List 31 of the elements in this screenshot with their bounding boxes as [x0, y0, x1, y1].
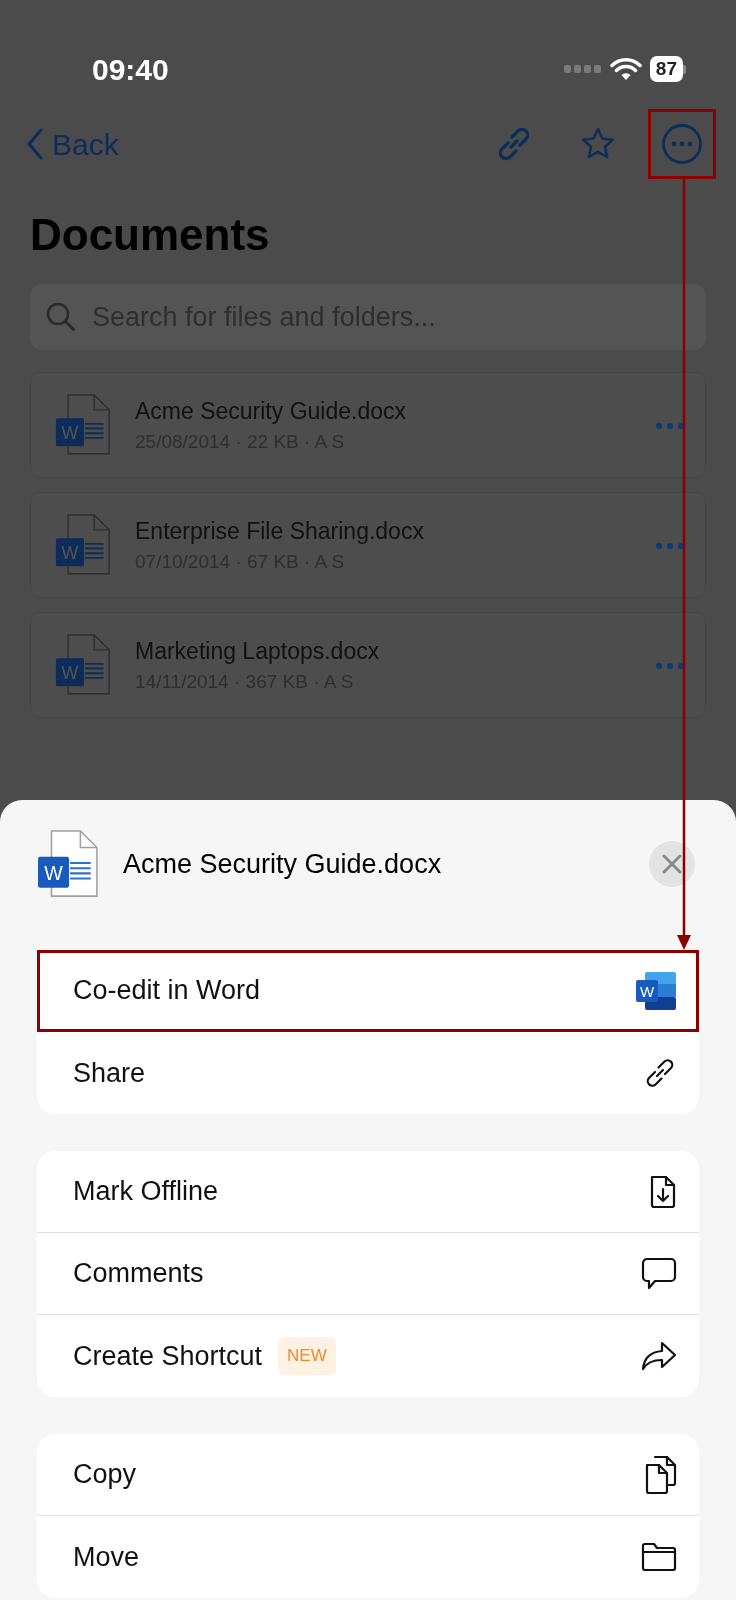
close-icon	[661, 853, 683, 875]
file-name: Enterprise File Sharing.docx	[135, 516, 424, 546]
file-name: Marketing Laptops.docx	[135, 636, 380, 666]
chevron-left-icon	[26, 128, 44, 160]
file-name: Acme Security Guide.docx	[123, 847, 442, 881]
copy-icon	[643, 1454, 677, 1495]
menu-item[interactable]: Comments	[37, 1233, 699, 1315]
menu-item[interactable]: Copy	[37, 1434, 699, 1516]
signal-icon	[563, 65, 602, 73]
menu-item[interactable]: Move	[37, 1516, 699, 1598]
document-download-icon	[649, 1174, 677, 1209]
more-icon	[661, 123, 703, 165]
forward-arrow-icon	[641, 1341, 677, 1371]
more-icon[interactable]	[655, 661, 685, 670]
file-name: Acme Security Guide.docx	[135, 396, 406, 426]
more-button[interactable]	[648, 109, 716, 179]
search-icon	[46, 302, 76, 332]
more-icon[interactable]	[655, 541, 685, 550]
folder-icon	[641, 1542, 677, 1572]
wifi-icon	[609, 57, 642, 81]
status-time: 09:40	[92, 51, 169, 88]
battery-indicator: 87	[649, 56, 686, 82]
menu-item[interactable]: Co-edit in Word W	[37, 950, 699, 1032]
menu-item[interactable]: Create Shortcut NEW	[37, 1315, 699, 1397]
more-icon[interactable]	[655, 421, 685, 430]
new-badge: NEW	[278, 1337, 336, 1375]
page-title: Documents	[30, 209, 271, 261]
menu-item[interactable]: Share	[37, 1032, 699, 1114]
menu-item[interactable]: Mark Offline	[37, 1151, 699, 1233]
close-button[interactable]	[649, 841, 695, 887]
comment-icon	[641, 1256, 677, 1291]
